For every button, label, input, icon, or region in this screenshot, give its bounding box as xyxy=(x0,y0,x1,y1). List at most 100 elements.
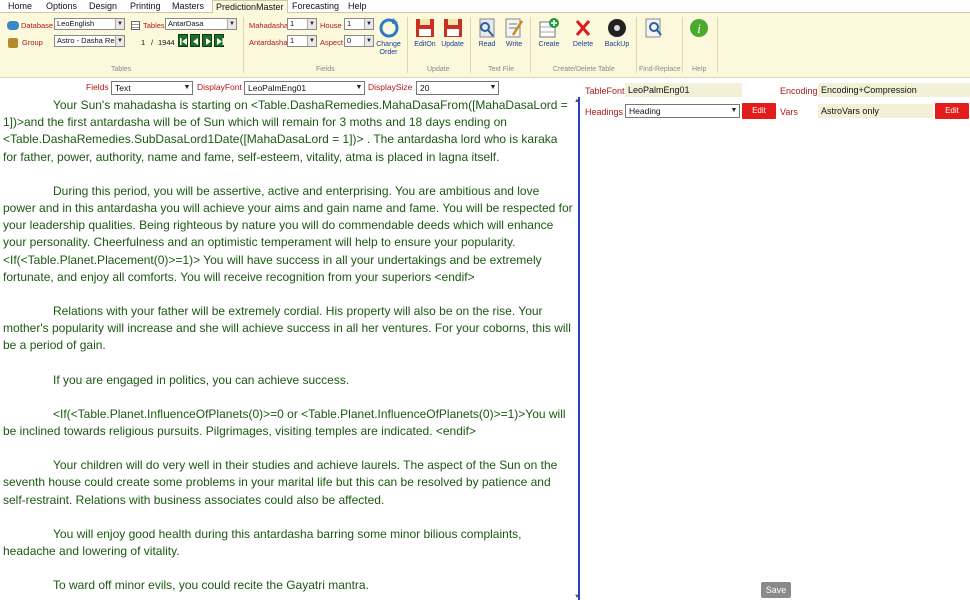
first-icon xyxy=(180,38,187,45)
edit-headings-button[interactable]: Edit xyxy=(742,103,776,119)
chevron-down-icon: ▼ xyxy=(307,19,316,29)
vars-field[interactable]: AstroVars only xyxy=(818,104,933,118)
chevron-down-icon: ▼ xyxy=(489,84,497,91)
tablefont-field[interactable]: LeoPalmEng01 xyxy=(625,83,742,97)
write-button[interactable]: Write xyxy=(503,17,525,49)
menu-masters[interactable]: Masters xyxy=(172,0,204,13)
editor-paragraph: If you are engaged in politics, you can … xyxy=(53,372,350,387)
group-label-createdelete: Create/Delete Table xyxy=(553,66,615,73)
find-icon xyxy=(645,18,662,38)
editor-paragraph: Your Sun's mahadasha is starting on <Tab… xyxy=(3,98,568,164)
help-button[interactable]: i xyxy=(688,17,710,41)
create-table-icon xyxy=(539,18,559,38)
ribbon-divider xyxy=(717,17,718,73)
group-label-help: Help xyxy=(692,66,707,73)
house-label: House xyxy=(320,21,342,30)
menu-bar: Home Options Design Printing Masters Pre… xyxy=(0,0,970,14)
displayfont-select[interactable]: LeoPalmEng01 ▼ xyxy=(244,81,365,95)
editor-scrollbar[interactable]: ▲ ▼ xyxy=(574,98,580,600)
delete-button[interactable]: Delete xyxy=(571,17,595,49)
mahadasha-label: Mahadasha xyxy=(249,21,289,30)
edit-on-button[interactable]: EditOn xyxy=(413,17,437,49)
ribbon-divider xyxy=(407,17,408,73)
record-total: 1944 xyxy=(158,38,175,47)
group-label-fields: Fields xyxy=(316,66,335,73)
menu-options[interactable]: Options xyxy=(46,0,77,13)
backup-button[interactable]: BackUp xyxy=(603,17,631,49)
previous-record-button[interactable] xyxy=(190,34,200,47)
menu-design[interactable]: Design xyxy=(89,0,117,13)
encoding-field[interactable]: Encoding+Compression xyxy=(818,83,970,97)
find-replace-button[interactable] xyxy=(643,17,665,41)
record-separator: / xyxy=(151,38,154,47)
encoding-label: Encoding xyxy=(780,86,818,96)
last-icon xyxy=(217,38,224,45)
database-label: Database xyxy=(21,21,54,30)
text-editor[interactable]: Your Sun's mahadasha is starting on <Tab… xyxy=(0,97,580,600)
database-icon xyxy=(7,21,19,30)
editor-paragraph: Your children will do very well in their… xyxy=(3,458,558,507)
floppy-icon xyxy=(443,19,462,37)
antardasha-select[interactable]: 1 ▼ xyxy=(287,35,317,47)
editor-paragraph: You will enjoy good health during this a… xyxy=(3,526,522,559)
menu-help[interactable]: Help xyxy=(348,0,367,13)
headings-select[interactable]: Heading ▼ xyxy=(625,104,740,118)
house-select[interactable]: 1 ▼ xyxy=(344,18,374,30)
read-button[interactable]: Read xyxy=(476,17,498,49)
chevron-down-icon: ▼ xyxy=(115,36,124,46)
update-button[interactable]: Update xyxy=(440,17,465,49)
group-icon xyxy=(8,38,18,48)
editor-paragraph: To ward off minor evils, you could recit… xyxy=(53,578,369,593)
floppy-icon xyxy=(416,19,434,37)
headings-label: Headings xyxy=(585,107,624,117)
ribbon-divider xyxy=(530,17,531,73)
group-label-tables: Tables xyxy=(111,66,132,73)
scroll-down-icon[interactable]: ▼ xyxy=(574,594,580,600)
chevron-down-icon: ▼ xyxy=(307,36,316,46)
group-select[interactable]: Astro - Dasha Reac ▼ xyxy=(54,35,125,47)
next-record-button[interactable] xyxy=(202,34,212,47)
displaysize-select[interactable]: 20 ▼ xyxy=(416,81,499,95)
tablefont-label: TableFont xyxy=(585,86,625,96)
read-icon xyxy=(479,18,495,38)
menu-predictionmaster[interactable]: PredictionMaster xyxy=(212,0,288,14)
vars-label: Vars xyxy=(780,107,798,117)
previous-icon xyxy=(193,38,198,45)
save-button[interactable]: Save xyxy=(761,582,791,598)
mahadasha-select[interactable]: 1 ▼ xyxy=(287,18,317,30)
chevron-down-icon: ▼ xyxy=(730,107,738,114)
tables-label: Tables xyxy=(143,21,165,30)
aspect-select[interactable]: 0 ▼ xyxy=(344,35,374,47)
scroll-up-icon[interactable]: ▲ xyxy=(574,98,580,104)
antardasha-label: Antardasha xyxy=(249,38,288,47)
write-icon xyxy=(505,18,524,38)
menu-forecasting[interactable]: Forecasting xyxy=(292,0,339,13)
chevron-down-icon: ▼ xyxy=(183,84,191,91)
first-record-button[interactable] xyxy=(178,34,188,47)
editor-paragraph: <If(<Table.Planet.InfluenceOfPlanets(0)>… xyxy=(3,406,566,439)
menu-home[interactable]: Home xyxy=(8,0,32,13)
last-record-button[interactable] xyxy=(214,34,224,47)
chevron-down-icon: ▼ xyxy=(364,36,373,46)
fields-select[interactable]: Text ▼ xyxy=(111,81,193,95)
chevron-down-icon: ▼ xyxy=(115,19,124,29)
svg-text:i: i xyxy=(697,21,701,36)
displaysize-label: DisplaySize xyxy=(368,82,413,92)
edit-vars-button[interactable]: Edit xyxy=(935,103,969,119)
tables-select[interactable]: AntarDasa ▼ xyxy=(165,18,237,30)
ribbon-divider xyxy=(243,17,244,73)
change-order-button[interactable]: Change Order xyxy=(375,17,402,57)
refresh-icon xyxy=(379,18,398,38)
create-button[interactable]: Create xyxy=(537,17,561,49)
next-icon xyxy=(206,38,211,45)
menu-printing[interactable]: Printing xyxy=(130,0,161,13)
chevron-down-icon: ▼ xyxy=(227,19,236,29)
ribbon-divider xyxy=(682,17,683,73)
disc-icon xyxy=(608,19,626,37)
group-label-textfile: Text File xyxy=(488,66,515,73)
group-label: Group xyxy=(22,38,43,47)
database-select[interactable]: LeoEnglish ▼ xyxy=(54,18,125,30)
tables-icon xyxy=(131,21,140,30)
group-label-findreplace: Find-Replace xyxy=(639,66,681,73)
right-panel: TableFont LeoPalmEng01 Encoding Encoding… xyxy=(582,79,970,600)
